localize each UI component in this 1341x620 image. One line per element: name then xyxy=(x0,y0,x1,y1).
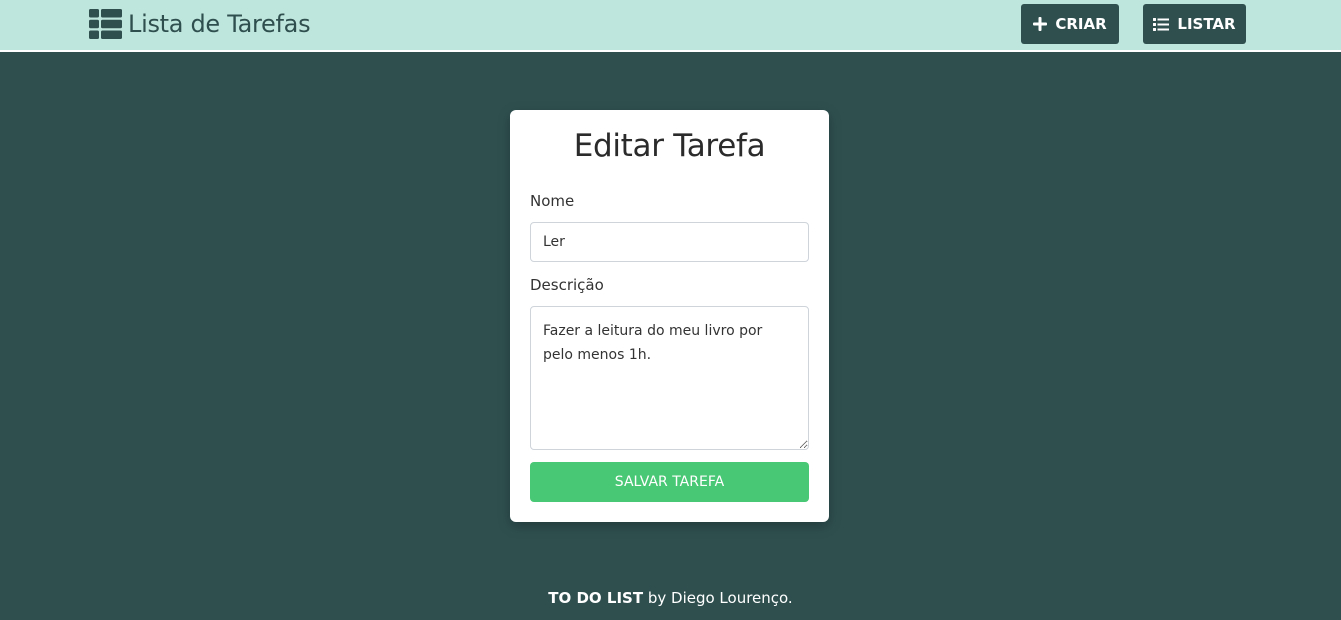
list-icon xyxy=(1153,17,1170,31)
navbar: Lista de Tarefas CRIAR LISTAR xyxy=(0,0,1341,52)
list-tasks-button[interactable]: LISTAR xyxy=(1143,4,1246,44)
footer-app-name: TO DO LIST xyxy=(548,589,644,607)
description-label: Descrição xyxy=(530,276,604,294)
description-textarea[interactable]: Fazer a leitura do meu livro por pelo me… xyxy=(530,306,809,450)
footer-credit: by Diego Lourenço. xyxy=(643,589,793,607)
brand-title: Lista de Tarefas xyxy=(128,10,311,38)
save-task-button[interactable]: SALVAR TAREFA xyxy=(530,462,809,502)
list-tasks-label: LISTAR xyxy=(1177,15,1236,33)
create-task-button[interactable]: CRIAR xyxy=(1021,4,1119,44)
table-list-icon xyxy=(89,9,122,39)
name-label: Nome xyxy=(530,192,575,210)
plus-icon xyxy=(1033,17,1048,31)
footer: TO DO LIST by Diego Lourenço. xyxy=(0,589,1341,607)
name-input[interactable] xyxy=(530,222,809,262)
brand[interactable]: Lista de Tarefas xyxy=(89,9,311,39)
create-task-label: CRIAR xyxy=(1055,15,1107,33)
edit-task-card: Editar Tarefa Nome Descrição Fazer a lei… xyxy=(510,110,829,522)
page-title: Editar Tarefa xyxy=(573,128,766,164)
